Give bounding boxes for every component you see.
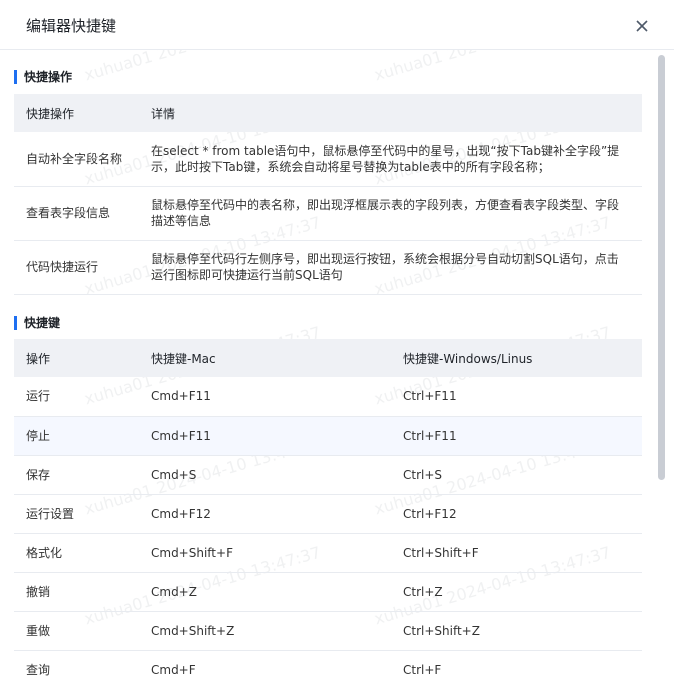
windows-shortcut: Ctrl+F <box>391 650 642 678</box>
windows-shortcut: Ctrl+F11 <box>391 377 642 417</box>
table-row: 运行 Cmd+F11 Ctrl+F11 <box>14 377 642 417</box>
windows-shortcut: Ctrl+Shift+Z <box>391 611 642 651</box>
table-row: 自动补全字段名称 在select * from table语句中，鼠标悬停至代码… <box>14 132 642 187</box>
table-header-row: 操作 快捷键-Mac 快捷键-Windows/Linus <box>14 339 642 377</box>
mac-shortcut: Cmd+S <box>139 455 391 495</box>
operation-name: 撤销 <box>14 572 139 612</box>
table-row: 停止 Cmd+F11 Ctrl+F11 <box>14 416 642 456</box>
table-row: 代码快捷运行 鼠标悬停至代码行左侧序号，即出现运行按钮，系统会根据分号自动切割S… <box>14 240 642 295</box>
table-row: 格式化 Cmd+Shift+F Ctrl+Shift+F <box>14 533 642 573</box>
shortcut-dialog: 编辑器快捷键 xuhua01 2024-04-10 13:47:37 xuhua… <box>0 0 674 678</box>
windows-shortcut: Ctrl+F12 <box>391 494 642 534</box>
column-header: 操作 <box>14 339 139 377</box>
mac-shortcut: Cmd+F12 <box>139 494 391 534</box>
column-header: 快捷键-Mac <box>139 339 391 377</box>
action-detail: 在select * from table语句中，鼠标悬停至代码中的星号，出现“按… <box>139 132 642 187</box>
mac-shortcut: Cmd+F11 <box>139 377 391 417</box>
action-name: 自动补全字段名称 <box>14 132 139 187</box>
table-row: 撤销 Cmd+Z Ctrl+Z <box>14 572 642 612</box>
column-header: 详情 <box>139 94 642 132</box>
operation-name: 查询 <box>14 650 139 678</box>
section-title-shortcuts: 快捷键 <box>14 316 60 330</box>
quick-actions-table: 快捷操作 详情 自动补全字段名称 在select * from table语句中… <box>14 94 642 295</box>
dialog-title: 编辑器快捷键 <box>26 17 117 35</box>
action-detail: 鼠标悬停至代码中的表名称，即出现浮框展示表的字段列表，方便查看表字段类型、字段描… <box>139 186 642 241</box>
mac-shortcut: Cmd+Shift+Z <box>139 611 391 651</box>
mac-shortcut: Cmd+Shift+F <box>139 533 391 573</box>
action-name: 查看表字段信息 <box>14 186 139 241</box>
windows-shortcut: Ctrl+F11 <box>391 416 642 456</box>
operation-name: 保存 <box>14 455 139 495</box>
operation-name: 格式化 <box>14 533 139 573</box>
mac-shortcut: Cmd+Z <box>139 572 391 612</box>
watermark: xuhua01 2024-04-10 13:47:37 <box>372 50 613 84</box>
dialog-body[interactable]: xuhua01 2024-04-10 13:47:37 xuhua01 2024… <box>0 50 674 678</box>
table-header-row: 快捷操作 详情 <box>14 94 642 132</box>
close-icon[interactable] <box>632 16 652 36</box>
windows-shortcut: Ctrl+Z <box>391 572 642 612</box>
vertical-scrollbar[interactable] <box>658 55 665 480</box>
section-title-quick-actions: 快捷操作 <box>14 70 72 84</box>
mac-shortcut: Cmd+F <box>139 650 391 678</box>
watermark: xuhua01 2024-04-10 13:47:37 <box>82 50 323 84</box>
table-row: 保存 Cmd+S Ctrl+S <box>14 455 642 495</box>
operation-name: 停止 <box>14 416 139 456</box>
action-detail: 鼠标悬停至代码行左侧序号，即出现运行按钮，系统会根据分号自动切割SQL语句，点击… <box>139 240 642 295</box>
table-row: 查看表字段信息 鼠标悬停至代码中的表名称，即出现浮框展示表的字段列表，方便查看表… <box>14 186 642 241</box>
windows-shortcut: Ctrl+Shift+F <box>391 533 642 573</box>
table-row: 运行设置 Cmd+F12 Ctrl+F12 <box>14 494 642 534</box>
mac-shortcut: Cmd+F11 <box>139 416 391 456</box>
table-row: 查询 Cmd+F Ctrl+F <box>14 650 642 678</box>
table-row: 重做 Cmd+Shift+Z Ctrl+Shift+Z <box>14 611 642 651</box>
action-name: 代码快捷运行 <box>14 240 139 295</box>
column-header: 快捷键-Windows/Linus <box>391 339 642 377</box>
operation-name: 运行设置 <box>14 494 139 534</box>
column-header: 快捷操作 <box>14 94 139 132</box>
shortcut-table: 操作 快捷键-Mac 快捷键-Windows/Linus 运行 Cmd+F11 … <box>14 339 642 678</box>
operation-name: 运行 <box>14 377 139 417</box>
windows-shortcut: Ctrl+S <box>391 455 642 495</box>
operation-name: 重做 <box>14 611 139 651</box>
dialog-header: 编辑器快捷键 <box>0 0 674 50</box>
